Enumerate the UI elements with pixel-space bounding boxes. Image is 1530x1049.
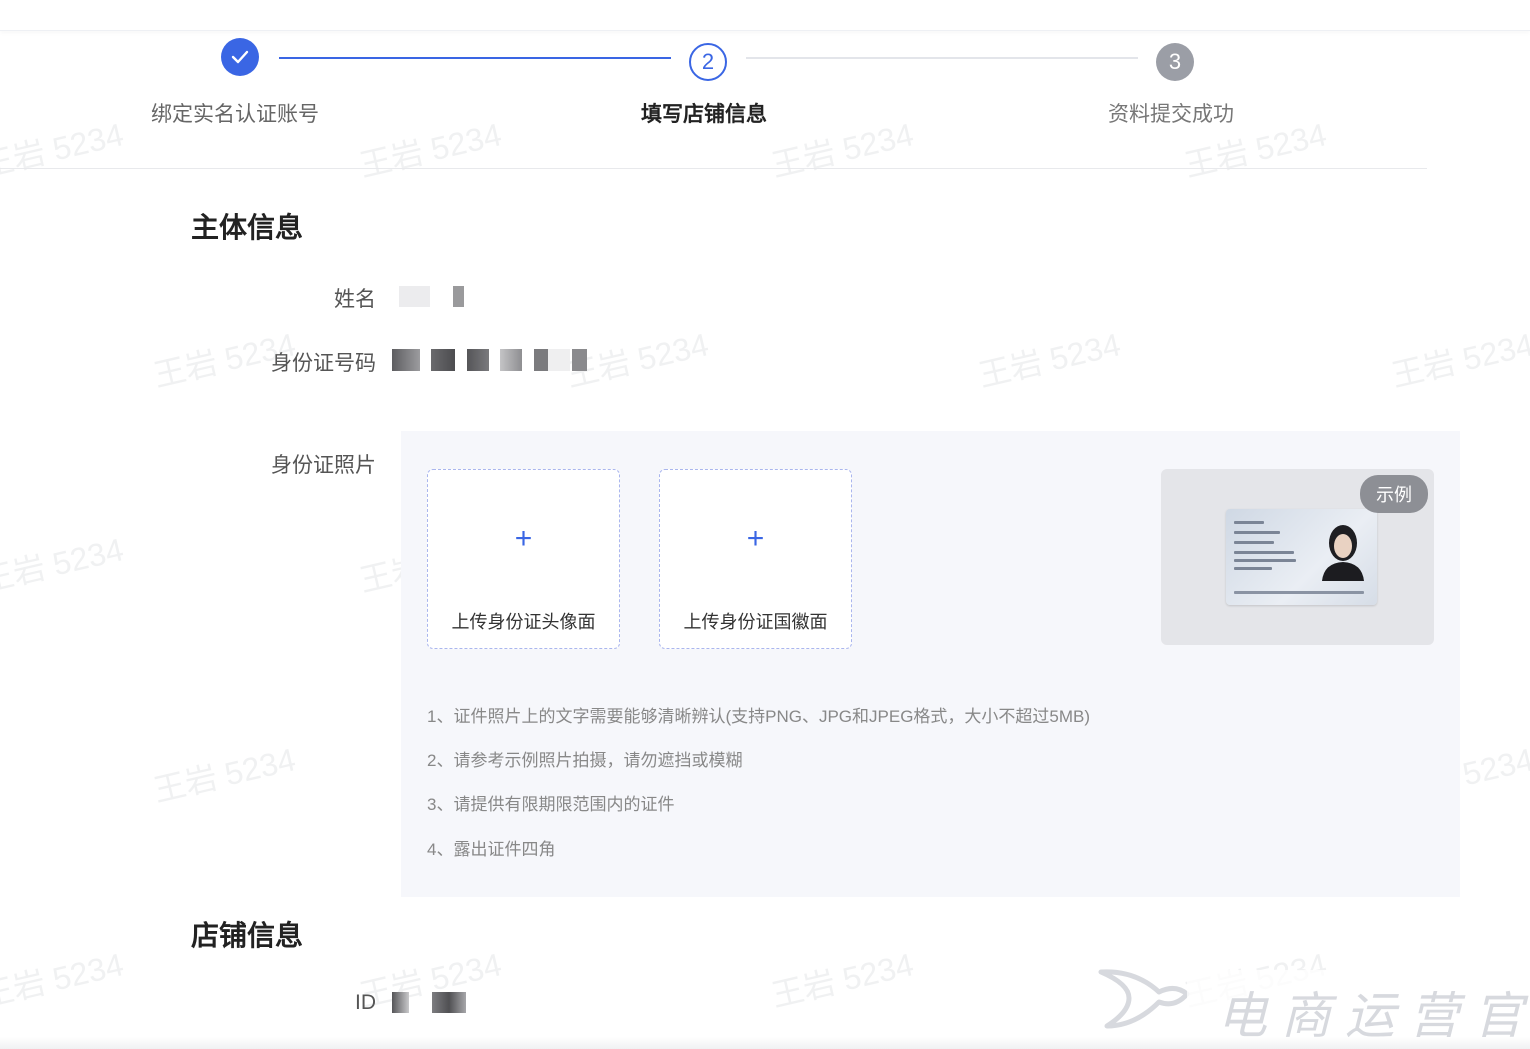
shop-id-label: ID [355, 991, 376, 1014]
rule-4: 4、露出证件四角 [427, 840, 556, 859]
portrait-icon [1322, 525, 1364, 581]
id-card-sample-image [1226, 509, 1377, 605]
watermark: 王岩 5234 [356, 116, 505, 184]
steps-divider [0, 168, 1427, 169]
upload-id-front-button[interactable]: + 上传身份证头像面 [427, 469, 620, 649]
rule-3: 3、请提供有限期限范围内的证件 [427, 795, 675, 814]
id-number-label: 身份证号码 [271, 352, 376, 375]
step-1-label: 绑定实名认证账号 [151, 103, 319, 126]
upload-id-back-label: 上传身份证国徽面 [683, 612, 828, 632]
watermark: 王岩 5234 [0, 946, 127, 1014]
watermark: 王岩 5234 [768, 946, 917, 1014]
rule-2: 2、请参考示例照片拍摄，请勿遮挡或模糊 [427, 751, 743, 770]
watermark: 王岩 5234 [1388, 326, 1530, 394]
step-2-indicator: 2 [689, 43, 727, 81]
section-title-subject: 主体信息 [191, 212, 304, 243]
upload-id-back-button[interactable]: + 上传身份证国徽面 [659, 469, 852, 649]
step-2-label: 填写店铺信息 [641, 103, 767, 126]
upload-id-front-label: 上传身份证头像面 [451, 612, 596, 632]
watermark: 王岩 5234 [975, 326, 1124, 394]
id-photo-label: 身份证照片 [271, 454, 376, 477]
step-connector-pending [746, 57, 1138, 59]
plus-icon: + [746, 522, 765, 555]
name-label: 姓名 [334, 288, 376, 311]
brand-watermark-logo: 电商运营官 [1095, 962, 1525, 1045]
example-badge: 示例 [1360, 475, 1428, 513]
step-3-label: 资料提交成功 [1108, 103, 1234, 126]
top-bar [0, 0, 1530, 31]
step-3-indicator: 3 [1156, 43, 1194, 81]
watermark: 王岩 5234 [0, 116, 127, 184]
example-id-card: 示例 [1161, 469, 1434, 645]
watermark: 王岩 5234 [0, 531, 127, 599]
step-1-check-icon [221, 38, 259, 76]
watermark: 王岩 5234 [356, 946, 505, 1014]
rule-1: 1、证件照片上的文字需要能够清晰辨认(支持PNG、JPG和JPEG格式，大小不超… [427, 707, 1091, 726]
watermark: 王岩 5234 [768, 116, 917, 184]
fish-logo-icon [1098, 969, 1190, 1029]
section-title-shop: 店铺信息 [191, 920, 304, 951]
watermark: 王岩 5234 [150, 741, 299, 809]
plus-icon: + [514, 522, 533, 555]
bottom-edge [0, 1037, 1530, 1049]
step-connector-done [279, 57, 671, 59]
